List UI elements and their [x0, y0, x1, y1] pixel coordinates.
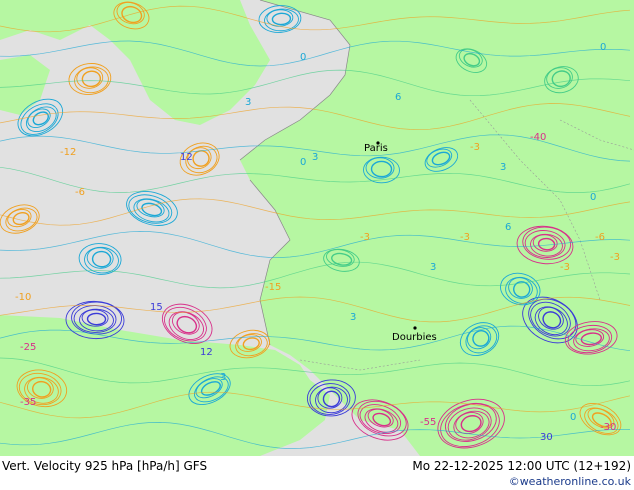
contour-value-label: 12: [180, 152, 193, 163]
contour-value-label: 0: [300, 157, 306, 168]
contour-value-label: -55: [420, 417, 436, 428]
contour-value-label: 6: [395, 92, 401, 103]
contour-value-label: 0: [590, 192, 596, 203]
contour-value-label: 0: [570, 412, 576, 423]
contour-value-label: -40: [530, 132, 546, 143]
contour-value-label: 12: [200, 347, 213, 358]
contour-value-label: -3: [470, 142, 480, 153]
contour-value-label: 3: [430, 262, 436, 273]
contour-value-label: 3: [350, 312, 356, 323]
contour-value-label: -35: [20, 397, 36, 408]
city-label-paris: Paris: [364, 143, 388, 154]
contour-value-label: 6: [505, 222, 511, 233]
contour-value-label: -6: [75, 187, 85, 198]
valid-datetime: Mo 22-12-2025 12:00 UTC (12+192): [412, 459, 631, 473]
contour-value-label: 0: [300, 52, 306, 63]
contour-value-label: -3: [460, 232, 470, 243]
contour-value-label: 3: [220, 372, 226, 383]
contour-value-label: -25: [20, 342, 36, 353]
map-panel: 3 0 3 6 12 -3 -6 -12 -15 -25 -35 -10 15 12 3 0 -3 -40 -55-…: [0, 0, 634, 456]
contour-value-label: 3: [312, 152, 318, 163]
dourbies-marker: [413, 326, 417, 330]
contour-value-label: -30: [600, 422, 616, 433]
credit-link[interactable]: ©weatheronline.co.uk: [509, 475, 631, 488]
map-title: Vert. Velocity 925 hPa [hPa/h] GFS: [2, 459, 208, 473]
contour-value-label: -12: [60, 147, 76, 158]
contour-value-label: -15: [265, 282, 281, 293]
vertical-velocity-map: 303612-3-6-12-15-25-35-10151230-3-40-55-…: [0, 0, 634, 456]
contour-value-label: 15: [150, 302, 163, 313]
contour-value-label: 30: [540, 432, 553, 443]
contour-value-label: -10: [15, 292, 31, 303]
city-label-dourbies: Dourbies: [392, 332, 437, 343]
contour-value-label: -3: [610, 252, 620, 263]
contour-value-label: -3: [360, 232, 370, 243]
footer-bar: Vert. Velocity 925 hPa [hPa/h] GFS Mo 22…: [0, 456, 634, 490]
contour-value-label: 3: [245, 97, 251, 108]
contour-value-label: 0: [600, 42, 606, 53]
contour-value-label: -3: [560, 262, 570, 273]
contour-value-label: -6: [595, 232, 605, 243]
contour-value-label: 3: [500, 162, 506, 173]
